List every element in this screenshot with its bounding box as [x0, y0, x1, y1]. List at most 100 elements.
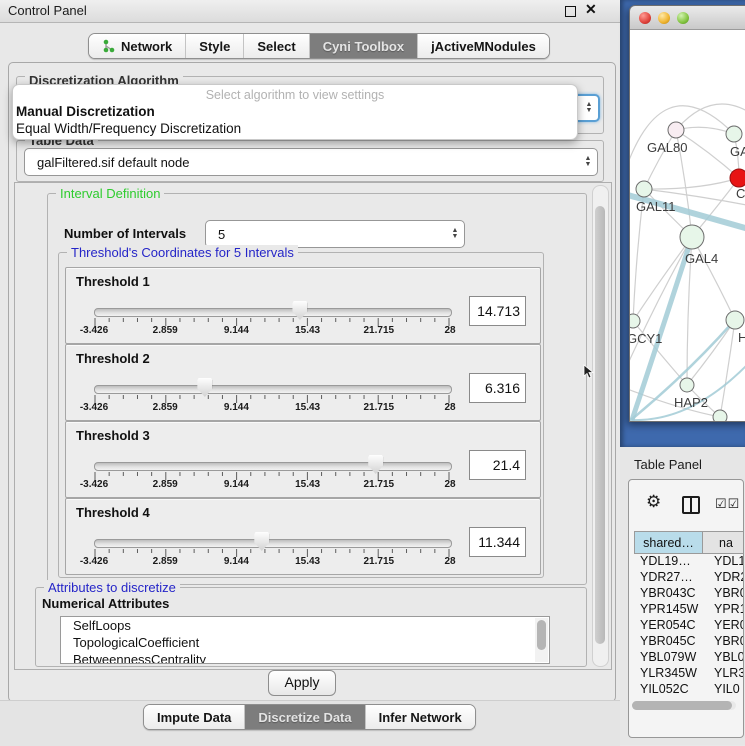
slider-track[interactable]	[94, 462, 452, 471]
cell-name: YDR2	[708, 570, 744, 586]
dropdown-hint: Select algorithm to view settings	[13, 88, 577, 102]
table-row[interactable]: YIL052CYIL0	[634, 682, 744, 698]
tab-network[interactable]: Network	[89, 34, 186, 58]
threshold-row: Threshold 2-3.4262.8599.14415.4321.71528…	[65, 344, 541, 421]
combo-arrows-icon: ▲▼	[580, 102, 598, 114]
tick-label: 2.859	[135, 402, 195, 413]
tick-label: 21.715	[349, 402, 409, 413]
mouse-cursor-icon	[583, 364, 595, 380]
close-icon[interactable]: ✕	[585, 1, 597, 18]
tab-discretize-data[interactable]: Discretize Data	[245, 705, 365, 729]
cell-name: YBL0	[708, 650, 744, 666]
num-intervals-combobox[interactable]: 5 ▲▼	[205, 220, 465, 248]
node-label-gal11: GAL11	[636, 199, 676, 214]
attribute-list-item[interactable]: BetweennessCentrality	[61, 651, 549, 664]
threshold-label: Threshold 4	[76, 505, 150, 520]
table-row[interactable]: YPR145WYPR1	[634, 602, 744, 618]
interval-definition-group: Interval Definition Number of Intervals …	[47, 193, 587, 585]
attribute-list-item[interactable]: SelfLoops	[61, 617, 549, 634]
tick-label: 2.859	[135, 556, 195, 567]
combo-arrows-icon: ▲▼	[579, 156, 597, 168]
slider-track[interactable]	[94, 539, 452, 548]
network-window-titlebar	[630, 6, 745, 30]
cell-name: YER0	[708, 618, 744, 634]
cell-name: YDL1	[708, 554, 744, 570]
list-scrollbar[interactable]	[535, 618, 548, 662]
select-columns-icon[interactable]: ☑☑	[715, 496, 740, 512]
apply-button[interactable]: Apply	[268, 670, 336, 696]
threshold-row: Threshold 3-3.4262.8599.14415.4321.71528…	[65, 421, 541, 498]
column-header-shared-name[interactable]: shared…	[634, 531, 703, 554]
table-panel-title: Table Panel	[634, 457, 702, 472]
attribute-list-item[interactable]: TopologicalCoefficient	[61, 634, 549, 651]
threshold-label: Threshold 2	[76, 351, 150, 366]
table-row[interactable]: YBL079WYBL0	[634, 650, 744, 666]
table-panel-area: Table Panel ⚙ ☑☑ shared… na YDL19…YDL1YD…	[620, 447, 745, 745]
thresholds-group: Threshold's Coordinates for 5 Intervals …	[58, 252, 544, 578]
tick-label: 9.144	[206, 402, 266, 413]
threshold-value-input[interactable]: 14.713	[469, 296, 526, 326]
cell-shared-name: YIL052C	[634, 682, 708, 698]
tab-label: Infer Network	[379, 710, 462, 725]
threshold-row: Threshold 4-3.4262.8599.14415.4321.71528…	[65, 498, 541, 575]
table-row[interactable]: YBR043CYBR0	[634, 586, 744, 602]
table-data-combobox[interactable]: galFiltered.sif default node ▲▼	[24, 148, 598, 176]
node-table: shared… na YDL19…YDL1YDR27…YDR2YBR043CYB…	[634, 531, 744, 698]
tick-label: 15.43	[278, 325, 338, 336]
tab-impute-data[interactable]: Impute Data	[144, 705, 245, 729]
table-row[interactable]: YDL19…YDL1	[634, 554, 744, 570]
cell-shared-name: YPR145W	[634, 602, 708, 618]
tick-label: 28	[420, 402, 480, 413]
tick-label: -3.426	[64, 479, 124, 490]
node-label-gcy1: GCY1	[630, 331, 662, 346]
table-row[interactable]: YBR045CYBR0	[634, 634, 744, 650]
close-traffic-light-icon[interactable]	[639, 12, 651, 24]
combo-arrows-icon: ▲▼	[446, 228, 464, 240]
threshold-value-input[interactable]: 21.4	[469, 450, 526, 480]
node-label-c: C	[736, 186, 745, 201]
table-row[interactable]: YDR27…YDR2	[634, 570, 744, 586]
num-intervals-label: Number of Intervals	[64, 226, 186, 241]
threshold-value-input[interactable]: 11.344	[469, 527, 526, 557]
zoom-traffic-light-icon[interactable]	[677, 12, 689, 24]
tab-label: Style	[199, 39, 230, 54]
network-canvas[interactable]: GAL80GACGAL11GAL4GCY1HHAP2	[630, 30, 745, 421]
tab-label: Impute Data	[157, 710, 231, 725]
node-label-gal4: GAL4	[685, 251, 718, 266]
tick-label: 15.43	[278, 402, 338, 413]
node-label-hap2: HAP2	[674, 395, 708, 410]
tick-label: 2.859	[135, 325, 195, 336]
dropdown-item-manual-discretization[interactable]: Manual Discretization	[16, 104, 155, 119]
slider-track[interactable]	[94, 308, 452, 317]
cell-shared-name: YER054C	[634, 618, 708, 634]
float-icon[interactable]	[565, 6, 576, 17]
group-title: Threshold's Coordinates for 5 Intervals	[67, 245, 298, 260]
tick-label: 21.715	[349, 479, 409, 490]
column-view-icon[interactable]	[682, 496, 700, 514]
table-row[interactable]: YER054CYER0	[634, 618, 744, 634]
tick-label: 28	[420, 325, 480, 336]
tab-style[interactable]: Style	[186, 34, 244, 58]
numerical-attributes-list[interactable]: SelfLoopsTopologicalCoefficientBetweenne…	[60, 616, 550, 664]
tab-label: Network	[121, 39, 172, 54]
dropdown-item-equal-width[interactable]: Equal Width/Frequency Discretization	[16, 121, 241, 136]
tab-cyni-toolbox[interactable]: Cyni Toolbox	[310, 34, 418, 58]
tick-label: -3.426	[64, 325, 124, 336]
table-panel-box: ⚙ ☑☑ shared… na YDL19…YDL1YDR27…YDR2YBR0…	[628, 479, 744, 738]
attributes-group: Attributes to discretize Numerical Attri…	[35, 587, 587, 667]
tab-select[interactable]: Select	[244, 34, 309, 58]
tick-label: 21.715	[349, 325, 409, 336]
tick-label: 28	[420, 556, 480, 567]
tick-label: 28	[420, 479, 480, 490]
column-header-name[interactable]: na	[703, 531, 744, 554]
numerical-attributes-label: Numerical Attributes	[42, 596, 169, 611]
minimize-traffic-light-icon[interactable]	[658, 12, 670, 24]
tab-jactivemnodules[interactable]: jActiveMNodules	[418, 34, 549, 58]
gear-icon[interactable]: ⚙	[646, 492, 661, 512]
tab-infer-network[interactable]: Infer Network	[366, 705, 475, 729]
slider-track[interactable]	[94, 385, 452, 394]
threshold-value-input[interactable]: 6.316	[469, 373, 526, 403]
table-horizontal-scrollbar[interactable]	[632, 701, 736, 710]
table-row[interactable]: YLR345WYLR3	[634, 666, 744, 682]
settings-vertical-scrollbar[interactable]	[592, 185, 609, 667]
